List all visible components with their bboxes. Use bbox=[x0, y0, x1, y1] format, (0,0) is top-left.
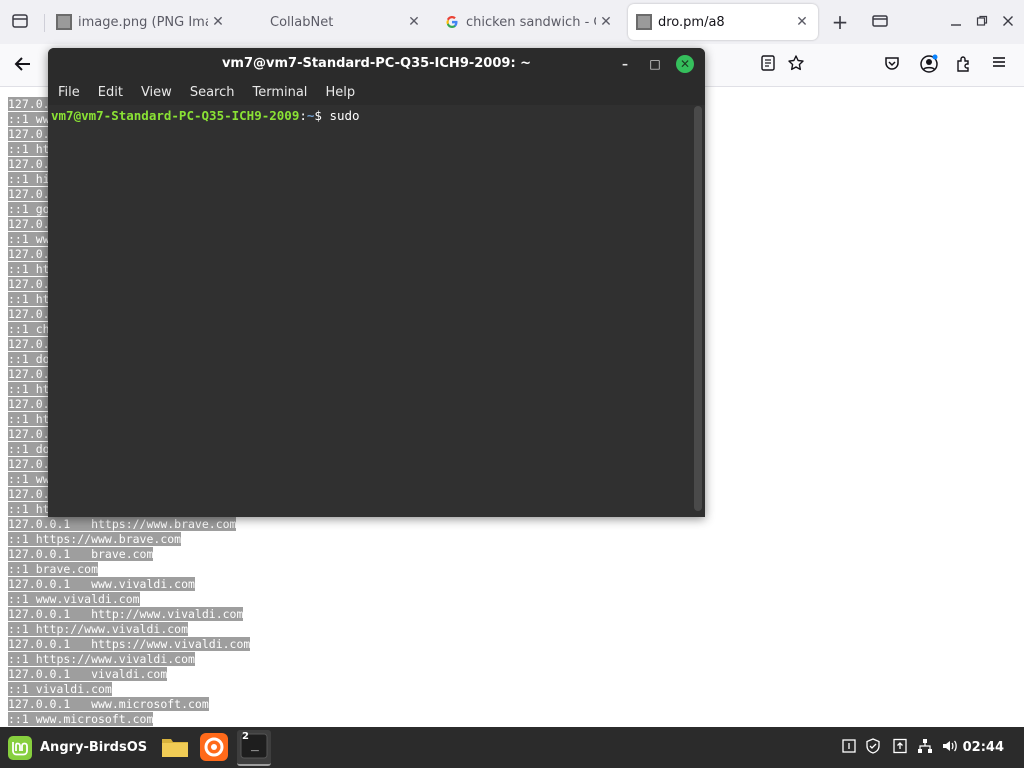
browser-tab-bar: image.png (PNG Image ✕ CollabNet ✕ chick… bbox=[0, 0, 1024, 44]
menu-view[interactable]: View bbox=[133, 85, 180, 100]
close-icon[interactable]: ✕ bbox=[792, 14, 812, 30]
close-icon[interactable]: ✕ bbox=[596, 14, 616, 30]
tab-list-icon[interactable] bbox=[870, 12, 890, 32]
back-arrow-icon[interactable] bbox=[12, 54, 34, 76]
tab-dro-pm[interactable]: dro.pm/a8 ✕ bbox=[628, 4, 818, 40]
hosts-line: 127.0.0.1 https://www.brave.com bbox=[8, 517, 237, 531]
start-menu-button[interactable]: Angry-BirdsOS bbox=[0, 727, 147, 768]
hosts-line: ::1 www.microsoft.com bbox=[8, 712, 154, 726]
terminal-title: vm7@vm7-Standard-PC-Q35-ICH9-2009: ~ bbox=[221, 56, 532, 71]
blank-favicon bbox=[248, 14, 264, 30]
menu-file[interactable]: File bbox=[50, 85, 88, 100]
image-icon bbox=[56, 14, 72, 30]
hosts-line: 127.0.0.1 vivaldi.com bbox=[8, 667, 168, 681]
folder-icon bbox=[162, 739, 188, 757]
terminal-app-button[interactable]: 2 _ bbox=[237, 730, 271, 766]
image-icon bbox=[636, 14, 652, 30]
tab-image-png[interactable]: image.png (PNG Image ✕ bbox=[48, 4, 234, 40]
menu-edit[interactable]: Edit bbox=[90, 85, 131, 100]
tab-separator bbox=[44, 14, 45, 32]
tab-collabnet[interactable]: CollabNet ✕ bbox=[240, 4, 430, 40]
hosts-line: 127.0.0.1 brave.com bbox=[8, 547, 154, 561]
update-manager-icon[interactable] bbox=[891, 738, 909, 756]
menu-hamburger-icon[interactable] bbox=[988, 54, 1010, 76]
hosts-line: 127.0.0.1 www.microsoft.com bbox=[8, 697, 209, 711]
keyboard-indicator-icon[interactable] bbox=[840, 738, 858, 756]
bookmark-star-icon[interactable] bbox=[785, 54, 807, 76]
tab-title: chicken sandwich - Go bbox=[466, 14, 596, 30]
tab-title: image.png (PNG Image bbox=[78, 14, 208, 30]
tab-chicken-sandwich[interactable]: chicken sandwich - Go ✕ bbox=[436, 4, 622, 40]
close-icon[interactable]: ✕ bbox=[208, 14, 228, 30]
window-count-badge: 2 bbox=[242, 731, 249, 742]
tab-overview-icon[interactable] bbox=[10, 12, 30, 32]
firefox-icon bbox=[200, 733, 228, 761]
terminal-close-button[interactable]: ✕ bbox=[676, 55, 694, 73]
prompt-symbol: $ bbox=[314, 108, 330, 123]
tab-title: CollabNet bbox=[270, 14, 334, 30]
hosts-line: ::1 http://www.vivaldi.com bbox=[8, 622, 189, 636]
hosts-line: ::1 https://www.brave.com bbox=[8, 532, 182, 546]
terminal-minimize-button[interactable]: – bbox=[616, 55, 634, 73]
close-icon[interactable]: ✕ bbox=[404, 14, 424, 30]
files-app-button[interactable] bbox=[158, 730, 192, 764]
typed-command: sudo bbox=[329, 108, 360, 123]
hosts-line: 127.0.0.1 www.vivaldi.com bbox=[8, 577, 195, 591]
mint-logo-icon bbox=[8, 735, 32, 760]
volume-icon[interactable] bbox=[941, 738, 959, 756]
hosts-line: ::1 vivaldi.com bbox=[8, 682, 112, 696]
shield-icon[interactable] bbox=[864, 738, 882, 756]
firefox-app-button[interactable] bbox=[197, 730, 231, 764]
pocket-icon[interactable] bbox=[881, 54, 903, 76]
terminal-title-bar[interactable]: vm7@vm7-Standard-PC-Q35-ICH9-2009: ~ – □… bbox=[48, 48, 705, 80]
window-close-icon[interactable] bbox=[998, 12, 1018, 32]
tab-title: dro.pm/a8 bbox=[658, 14, 725, 30]
account-icon[interactable] bbox=[918, 54, 940, 76]
hosts-line: ::1 https://www.vivaldi.com bbox=[8, 652, 195, 666]
terminal-cursor-glyph: _ bbox=[251, 737, 259, 752]
new-tab-button[interactable]: + bbox=[830, 12, 850, 32]
hosts-line: 127.0.0.1 http://www.vivaldi.com bbox=[8, 607, 244, 621]
terminal-menu-bar: File Edit View Search Terminal Help bbox=[48, 80, 705, 105]
network-icon[interactable] bbox=[916, 738, 934, 756]
hosts-line: 127.0.0.1 https://www.vivaldi.com bbox=[8, 637, 251, 651]
hosts-line: ::1 brave.com bbox=[8, 562, 99, 576]
taskbar: Angry-BirdsOS 2 _ 02:44 bbox=[0, 727, 1024, 768]
menu-search[interactable]: Search bbox=[182, 85, 243, 100]
terminal-scrollbar[interactable] bbox=[694, 106, 702, 511]
minimize-icon[interactable] bbox=[946, 12, 966, 32]
terminal-window[interactable]: vm7@vm7-Standard-PC-Q35-ICH9-2009: ~ – □… bbox=[48, 48, 705, 517]
shell-prompt: vm7@vm7-Standard-PC-Q35-ICH9-2009:~$ sud… bbox=[51, 108, 360, 123]
google-icon bbox=[444, 14, 460, 30]
prompt-user-host: vm7@vm7-Standard-PC-Q35-ICH9-2009 bbox=[51, 108, 300, 123]
reader-view-icon[interactable] bbox=[757, 54, 779, 76]
restore-icon[interactable] bbox=[972, 12, 992, 32]
menu-terminal[interactable]: Terminal bbox=[244, 85, 315, 100]
clock[interactable]: 02:44 bbox=[963, 727, 1004, 768]
menu-help[interactable]: Help bbox=[317, 85, 363, 100]
hosts-line: ::1 www.vivaldi.com bbox=[8, 592, 140, 606]
terminal-output[interactable]: vm7@vm7-Standard-PC-Q35-ICH9-2009:~$ sud… bbox=[48, 105, 693, 517]
prompt-separator: : bbox=[299, 108, 307, 123]
start-menu-label: Angry-BirdsOS bbox=[40, 740, 148, 755]
extensions-icon[interactable] bbox=[953, 54, 975, 76]
terminal-maximize-button[interactable]: □ bbox=[646, 55, 664, 73]
